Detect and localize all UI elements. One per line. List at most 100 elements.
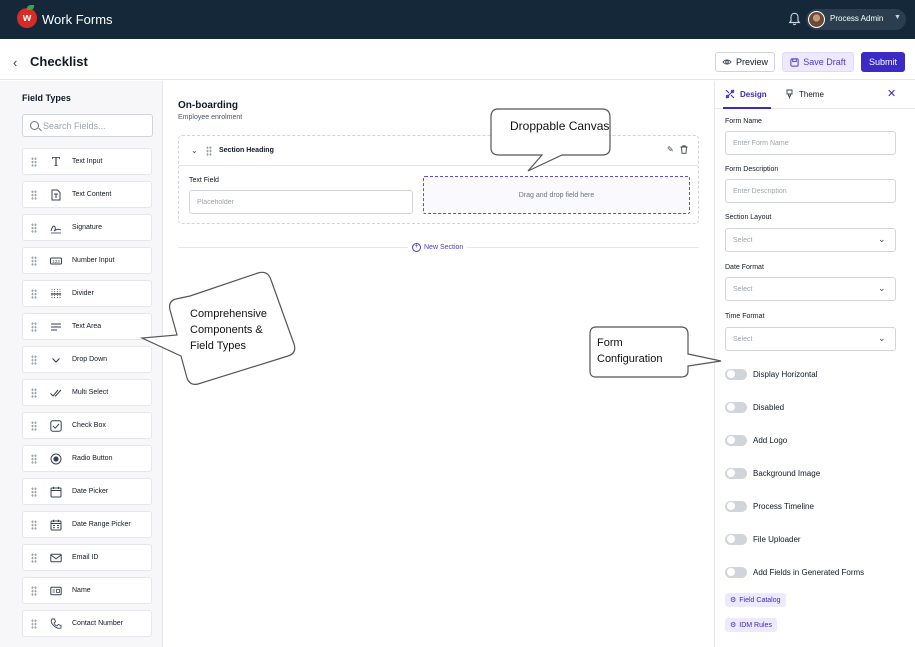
drag-handle-icon[interactable]	[31, 256, 37, 266]
submit-button[interactable]: Submit	[861, 52, 905, 72]
form-title: On-boarding	[178, 100, 238, 111]
field-catalog-button[interactable]: ⚙ Field Catalog	[725, 593, 786, 607]
field-catalog-label: Field Catalog	[739, 596, 781, 604]
toggle-disabled[interactable]: Disabled	[725, 400, 784, 414]
field-item-label: Email ID	[72, 554, 99, 561]
text-field-input[interactable]	[189, 190, 413, 214]
search-icon	[30, 121, 39, 130]
toggle-background-image[interactable]: Background Image	[725, 466, 820, 480]
field-item-label: Name	[72, 587, 91, 594]
search-input[interactable]	[43, 119, 148, 133]
save-draft-button[interactable]: Save Draft	[782, 52, 854, 72]
toggle-switch[interactable]	[725, 467, 747, 479]
toggle-switch[interactable]	[725, 500, 747, 512]
drag-handle-icon[interactable]	[31, 553, 37, 563]
field-item-number-input[interactable]: 123 Number Input	[22, 247, 152, 274]
id-card-icon	[50, 586, 62, 596]
date-format-label: Date Format	[725, 264, 764, 271]
bell-icon[interactable]	[788, 12, 801, 26]
pencil-icon[interactable]: ✎	[667, 145, 674, 154]
user-name: Process Admin	[830, 14, 884, 23]
drag-handle-icon[interactable]	[31, 454, 37, 464]
close-icon[interactable]: ✕	[887, 87, 896, 100]
toggle-switch[interactable]	[725, 434, 747, 446]
toggle-label: File Uploader	[753, 534, 801, 544]
active-tab-indicator	[723, 107, 771, 109]
section-header[interactable]: ⌄ Section Heading ✎	[179, 136, 698, 166]
drag-handle-icon[interactable]	[31, 388, 37, 398]
field-item-date-range-picker[interactable]: Date Range Picker	[22, 511, 152, 538]
chevron-down-icon: ⌄	[878, 283, 886, 293]
preview-label: Preview	[735, 57, 768, 67]
drag-handle-icon[interactable]	[31, 190, 37, 200]
field-item-text-area[interactable]: Text Area	[22, 313, 152, 340]
field-item-multi-select[interactable]: Multi Select	[22, 379, 152, 406]
field-item-date-picker[interactable]: Date Picker	[22, 478, 152, 505]
drag-handle-icon[interactable]	[31, 355, 37, 365]
search-box[interactable]	[22, 114, 153, 137]
drag-handle-icon[interactable]	[31, 223, 37, 233]
toggle-process-timeline[interactable]: Process Timeline	[725, 499, 814, 513]
new-section-label: New Section	[424, 243, 464, 251]
field-types-title: Field Types	[22, 93, 71, 103]
toggle-label: Process Timeline	[753, 501, 814, 511]
idm-rules-label: IDM Rules	[739, 621, 772, 629]
chevron-down-icon: ⌄	[878, 333, 886, 343]
text-icon: T	[51, 155, 60, 169]
drag-handle-icon[interactable]	[206, 146, 212, 156]
field-item-drop-down[interactable]: Drop Down	[22, 346, 152, 373]
form-description-input[interactable]	[725, 179, 896, 203]
field-item-signature[interactable]: Signature	[22, 214, 152, 241]
drag-handle-icon[interactable]	[31, 619, 37, 629]
chevron-down-icon: ⌄	[878, 234, 886, 244]
drag-handle-icon[interactable]	[31, 289, 37, 299]
toggle-switch[interactable]	[725, 533, 747, 545]
new-section-button[interactable]: + New Section	[408, 241, 468, 253]
save-draft-label: Save Draft	[803, 57, 846, 67]
field-item-divider[interactable]: Divider	[22, 280, 152, 307]
drag-handle-icon[interactable]	[31, 487, 37, 497]
form-name-input[interactable]	[725, 131, 896, 155]
field-item-text-content[interactable]: Text Content	[22, 181, 152, 208]
toggle-switch[interactable]	[725, 401, 747, 413]
drop-zone-text: Drag and drop field here	[518, 191, 595, 199]
avatar[interactable]	[808, 11, 825, 28]
form-section: ⌄ Section Heading ✎ Text Field Drag and …	[178, 135, 699, 224]
drag-handle-icon[interactable]	[31, 322, 37, 332]
field-item-name[interactable]: Name	[22, 577, 152, 604]
chevron-down-icon[interactable]: ▼	[894, 14, 901, 21]
field-item-check-box[interactable]: Check Box	[22, 412, 152, 439]
drag-handle-icon[interactable]	[31, 520, 37, 530]
preview-button[interactable]: Preview	[715, 52, 775, 72]
toggle-display-horizontal[interactable]: Display Horizontal	[725, 367, 817, 381]
divider-icon	[51, 289, 61, 299]
field-item-radio-button[interactable]: Radio Button	[22, 445, 152, 472]
field-item-email-id[interactable]: Email ID	[22, 544, 152, 571]
field-item-label: Signature	[72, 224, 102, 231]
field-item-text-input[interactable]: T Text Input	[22, 148, 152, 175]
app-logo[interactable]: w	[17, 8, 37, 28]
toggle-switch[interactable]	[725, 566, 747, 578]
chevron-down-icon[interactable]: ⌄	[191, 146, 198, 155]
trash-icon[interactable]	[680, 145, 688, 154]
time-format-select[interactable]: Select ⌄	[725, 327, 896, 351]
toggle-label: Disabled	[753, 402, 785, 412]
back-arrow-icon[interactable]: ‹	[13, 55, 17, 70]
drag-handle-icon[interactable]	[31, 421, 37, 431]
date-format-select[interactable]: Select ⌄	[725, 277, 896, 301]
drop-zone[interactable]: Drag and drop field here	[423, 176, 690, 214]
idm-rules-button[interactable]: ⚙ IDM Rules	[725, 618, 777, 632]
section-layout-select[interactable]: Select ⌄	[725, 228, 896, 252]
toggle-label: Display Horizontal	[753, 369, 818, 379]
config-tabs: Design Theme ✕	[715, 81, 915, 109]
toggle-file-uploader[interactable]: File Uploader	[725, 532, 801, 546]
drag-handle-icon[interactable]	[31, 157, 37, 167]
toggle-add-logo[interactable]: Add Logo	[725, 433, 787, 447]
drag-handle-icon[interactable]	[31, 586, 37, 596]
tab-theme[interactable]: Theme	[785, 89, 824, 99]
toggle-switch[interactable]	[725, 368, 747, 380]
toggle-add-fields-generated[interactable]: Add Fields in Generated Forms	[725, 565, 864, 579]
field-item-contact-number[interactable]: Contact Number	[22, 610, 152, 637]
tab-design[interactable]: Design	[725, 89, 767, 99]
mail-icon	[50, 553, 62, 563]
